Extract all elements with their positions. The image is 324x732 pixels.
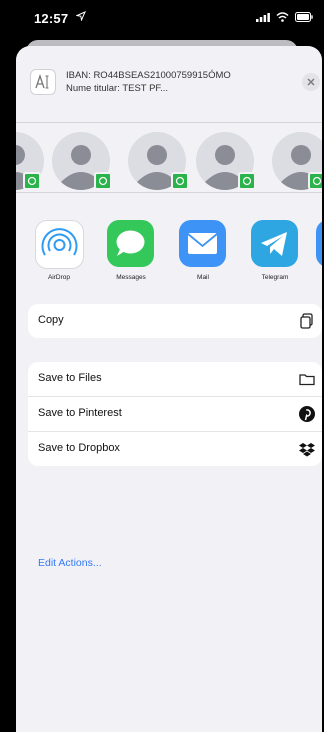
share-sheet: IBAN: RO44BSEAS21000759915ÓMO Nume titul…: [16, 46, 322, 732]
action-save-to-pinterest[interactable]: Save to Pinterest: [28, 397, 322, 432]
whatsapp-icon: [238, 172, 256, 190]
status-time: 12:57: [34, 11, 69, 26]
whatsapp-icon: [308, 172, 322, 190]
copy-icon: [300, 313, 313, 329]
share-header: IBAN: RO44BSEAS21000759915ÓMO Nume titul…: [16, 46, 322, 122]
whatsapp-icon: [23, 172, 41, 190]
app-messages[interactable]: Messages: [102, 216, 160, 296]
folder-icon: [299, 374, 315, 386]
app-airdrop[interactable]: AirDrop: [30, 216, 88, 296]
action-copy[interactable]: Copy: [28, 304, 322, 338]
action-label: Save to Files: [38, 372, 102, 384]
action-save-to-dropbox[interactable]: Save to Dropbox: [28, 432, 322, 466]
copy-group: Copy: [28, 304, 322, 338]
app-label: Mail: [197, 274, 209, 281]
mail-icon: [179, 220, 226, 267]
action-label: Save to Pinterest: [38, 407, 122, 419]
app-mail[interactable]: Mail: [174, 216, 232, 296]
save-actions-group: Save to Files Save to Pinterest Save to …: [28, 362, 322, 466]
pinterest-icon: [299, 406, 315, 422]
share-preview-iban: IBAN: RO44BSEAS21000759915ÓMO: [66, 70, 231, 81]
airdrop-icon: [35, 220, 84, 269]
action-save-to-files[interactable]: Save to Files: [28, 362, 322, 397]
app-more-partial[interactable]: [316, 216, 322, 296]
share-preview-holder: Nume titular: TEST PF...: [66, 83, 169, 94]
edit-actions-link[interactable]: Edit Actions...: [38, 557, 102, 569]
whatsapp-icon: [94, 172, 112, 190]
messages-icon: [107, 220, 154, 267]
cellular-signal-icon: [256, 13, 270, 22]
app-label: AirDrop: [47, 274, 71, 281]
action-label: Save to Dropbox: [38, 442, 120, 454]
location-arrow-icon: [76, 11, 86, 21]
status-bar: 12:57: [0, 0, 324, 34]
dropbox-icon: [299, 443, 315, 457]
telegram-icon: [251, 220, 298, 267]
app-telegram[interactable]: Telegram: [246, 216, 304, 296]
action-label: Copy: [38, 314, 64, 326]
close-icon: [307, 78, 315, 86]
contacts-divider: [16, 192, 322, 193]
app-label: Messages: [116, 274, 146, 281]
whatsapp-icon: [171, 172, 189, 190]
wifi-icon: [276, 12, 289, 22]
text-document-icon: [30, 69, 56, 95]
close-button[interactable]: [302, 73, 320, 91]
share-screen: 12:57 IBAN: RO44BSEAS21000759915ÓMO Nume…: [0, 0, 324, 732]
more-app-icon: [316, 220, 322, 267]
battery-icon: [295, 12, 313, 22]
app-label: Telegram: [261, 274, 289, 281]
